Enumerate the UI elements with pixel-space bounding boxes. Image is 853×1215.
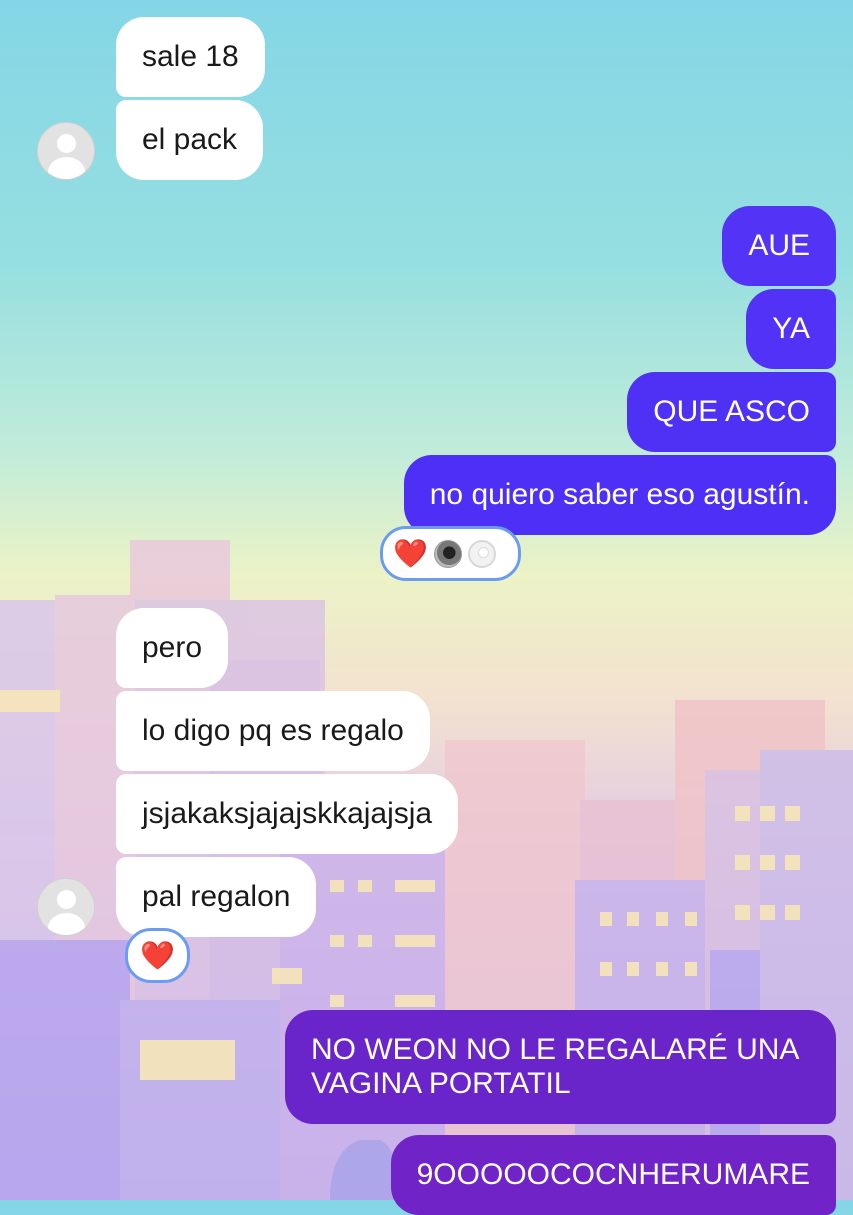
message-bubble[interactable]: el pack xyxy=(116,100,264,180)
heart-icon: ❤️ xyxy=(140,938,175,972)
message-bubble[interactable]: AUE xyxy=(722,206,836,286)
default-avatar-icon xyxy=(467,539,496,568)
reactor-avatar xyxy=(433,539,462,568)
message-bubble[interactable]: YA xyxy=(746,289,836,369)
message-bubble[interactable]: sale 18 xyxy=(116,17,265,97)
message-bubble[interactable]: QUE ASCO xyxy=(627,372,836,452)
message-bubble[interactable]: jsjakaksjajajskkajajsja xyxy=(116,774,459,854)
message-bubble[interactable]: 9OOOOOCOCNHERUMARE xyxy=(390,1135,836,1215)
message-bubble[interactable]: NO WEON NO LE REGALARÉ UNA VAGINA PORTAT… xyxy=(285,1010,836,1124)
default-avatar-icon[interactable] xyxy=(37,878,95,936)
message-reactions[interactable]: ❤️ xyxy=(125,928,190,983)
message-bubble[interactable]: no quiero saber eso agustín. xyxy=(403,455,836,535)
heart-icon: ❤️ xyxy=(393,536,428,570)
message-reactions[interactable]: ❤️ xyxy=(380,526,521,581)
message-bubble[interactable]: pero xyxy=(116,608,229,688)
message-bubble[interactable]: lo digo pq es regalo xyxy=(116,691,430,771)
message-bubble[interactable]: pal regalon xyxy=(116,857,317,937)
default-avatar-icon[interactable] xyxy=(37,122,95,180)
